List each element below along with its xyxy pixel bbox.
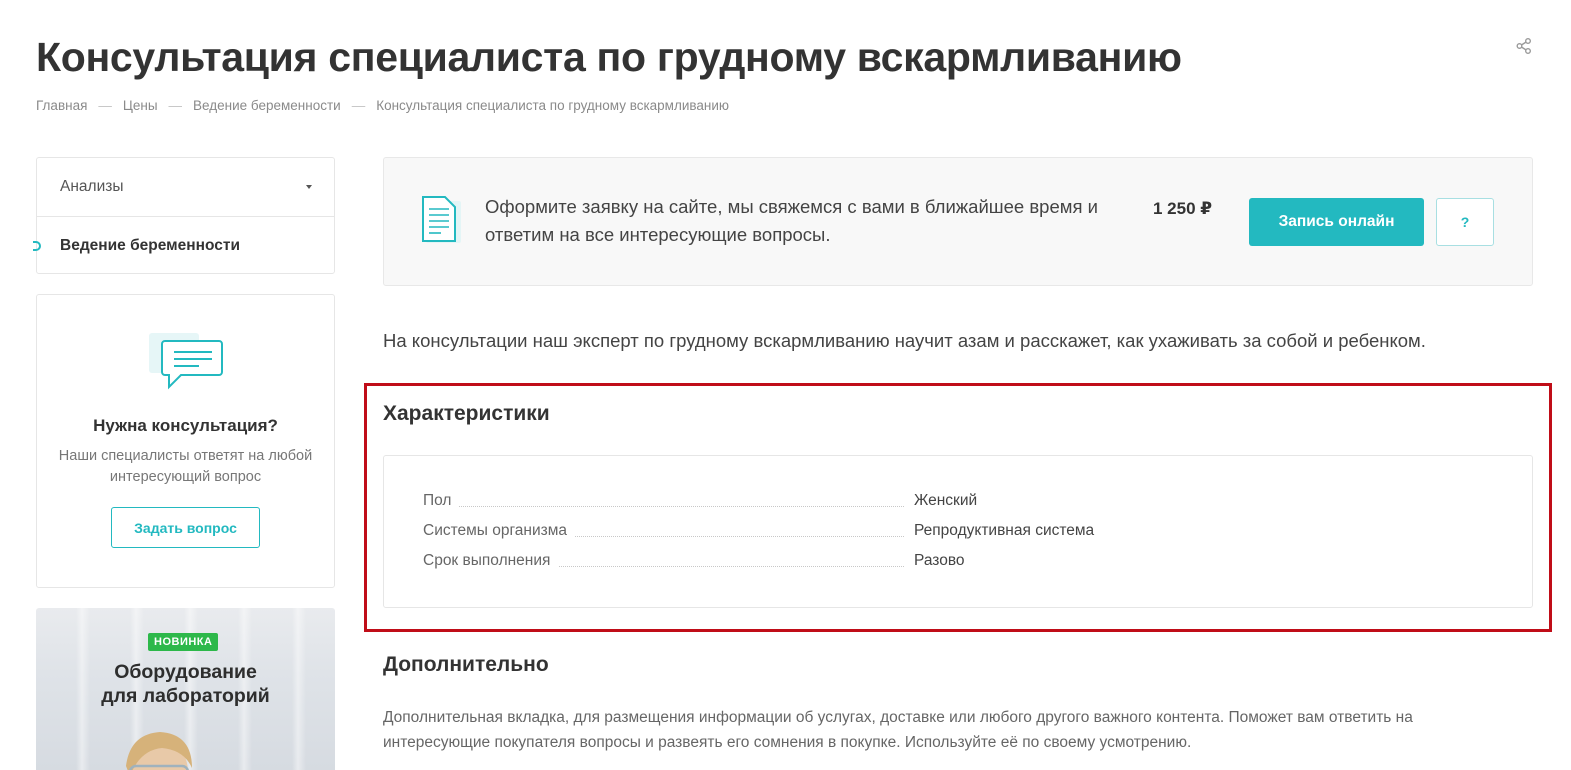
breadcrumb: Главная — Цены — Ведение беременности — … (36, 98, 729, 113)
sidebar-menu: Анализы Ведение беременности (33, 157, 335, 274)
lab-worker-image (126, 732, 192, 770)
active-indicator-icon (33, 241, 41, 251)
page-title: Консультация специалиста по грудному вск… (36, 34, 1182, 80)
caret-down-icon (306, 185, 312, 189)
property-value: Репродуктивная система (914, 522, 1095, 539)
sidebar-item-analyses[interactable]: Анализы (37, 158, 334, 216)
property-value: Женский (914, 492, 978, 509)
sidebar-item-label: Анализы (60, 178, 124, 195)
extra-title: Дополнительно (383, 653, 549, 676)
characteristics-title: Характеристики (383, 402, 550, 425)
property-name: Срок выполнения (423, 552, 559, 570)
price: 1 250 ₽ (1153, 199, 1213, 218)
consult-description: Наши специалисты ответят на любой интере… (58, 448, 313, 485)
extra-text: Дополнительная вкладка, для размещения и… (383, 709, 1413, 751)
order-box: Оформите заявку на сайте, мы свяжемся с … (383, 157, 1533, 286)
new-badge: НОВИНКА (148, 633, 219, 651)
consultation-card: Нужна консультация? Наши специалисты отв… (36, 294, 335, 588)
property-row: Пол Женский (423, 492, 1123, 512)
intro-text: На консультации наш эксперт по грудному … (383, 330, 1426, 351)
dotted-leader (423, 506, 904, 507)
sidebar-item-pregnancy[interactable]: Ведение беременности (33, 216, 334, 274)
breadcrumb-separator: — (168, 98, 183, 113)
property-value: Разово (914, 552, 965, 569)
promo-title-line: для лабораторий (101, 685, 270, 707)
sidebar-item-label: Ведение беременности (60, 236, 240, 254)
ask-question-button[interactable]: Задать вопрос (111, 507, 260, 548)
promo-title: Оборудование для лабораторий (36, 660, 335, 708)
property-name: Системы организма (423, 522, 576, 540)
breadcrumb-separator: — (98, 98, 112, 113)
breadcrumb-pregnancy[interactable]: Ведение беременности (193, 98, 341, 113)
question-button[interactable]: ? (1436, 198, 1494, 246)
property-row: Системы организма Репродуктивная система (423, 522, 1123, 542)
promo-banner[interactable]: НОВИНКА Оборудование для лабораторий (36, 608, 335, 770)
property-name: Пол (423, 492, 460, 510)
characteristics-table: Пол Женский Системы организма Репродукти… (383, 455, 1533, 608)
order-text: Оформите заявку на сайте, мы свяжемся с … (485, 196, 1098, 245)
promo-title-line: Оборудование (114, 661, 257, 683)
breadcrumb-separator: — (351, 98, 366, 113)
breadcrumb-prices[interactable]: Цены (123, 98, 158, 113)
document-icon (422, 196, 461, 243)
property-row: Срок выполнения Разово (423, 552, 1123, 572)
consult-title: Нужна консультация? (93, 416, 278, 435)
breadcrumb-home[interactable]: Главная (36, 98, 87, 113)
breadcrumb-current: Консультация специалиста по грудному вск… (376, 98, 730, 113)
book-online-button[interactable]: Запись онлайн (1249, 198, 1424, 246)
share-icon[interactable] (1515, 37, 1533, 55)
chat-bubble-icon (149, 333, 223, 390)
